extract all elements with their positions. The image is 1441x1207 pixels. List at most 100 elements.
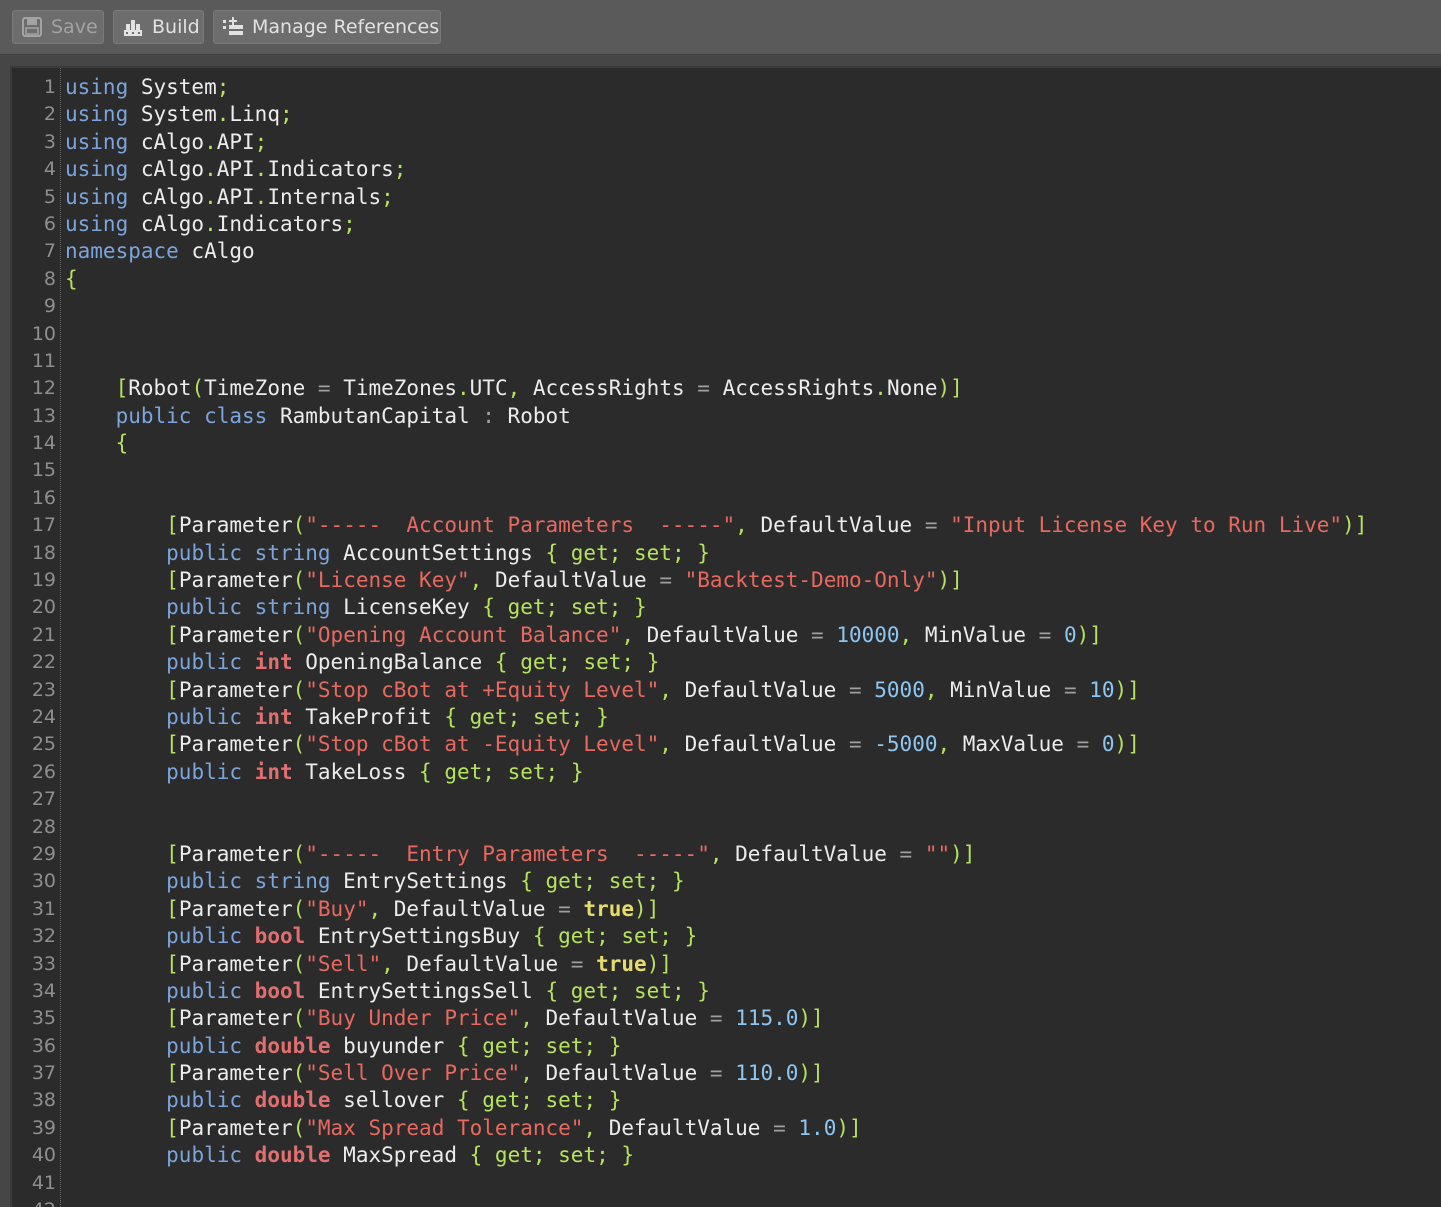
code-token: "Buy"	[305, 896, 369, 921]
code-token: )]	[1114, 677, 1140, 702]
code-token: [	[166, 1006, 179, 1031]
code-token: API	[216, 157, 255, 182]
code-token: public	[166, 540, 243, 565]
code-text: [Parameter("Stop cBot at -Equity Level",…	[65, 731, 1140, 758]
code-line[interactable]: 6 using cAlgo.Indicators;	[12, 211, 1432, 238]
code-token: Parameter	[178, 841, 293, 866]
code-token: -5000	[874, 732, 938, 757]
code-token: public	[166, 759, 243, 784]
code-line[interactable]: 31 [Parameter("Buy", DefaultValue = true…	[12, 896, 1432, 923]
code-token: )]	[646, 951, 672, 976]
line-number: 17	[31, 514, 56, 537]
code-line[interactable]: 35 [Parameter("Buy Under Price", Default…	[12, 1005, 1432, 1032]
code-token: EntrySettingsBuy	[305, 924, 533, 949]
code-line[interactable]: 19 [Parameter("License Key", DefaultValu…	[12, 567, 1432, 594]
code-token: 1.0	[798, 1115, 837, 1140]
code-token: 110.0	[735, 1061, 799, 1086]
code-line[interactable]: 13 public class RambutanCapital : Robot	[12, 403, 1432, 430]
code-line[interactable]: 10	[12, 321, 1432, 348]
code-token: Robot	[128, 376, 192, 401]
code-line[interactable]: 14 {	[12, 430, 1432, 457]
code-line[interactable]: 24 public int TakeProfit { get; set; }	[12, 704, 1432, 731]
build-button[interactable]: Build	[113, 10, 204, 44]
code-line[interactable]: 38 public double sellover { get; set; }	[12, 1087, 1432, 1114]
code-line[interactable]: 40 public double MaxSpread { get; set; }	[12, 1142, 1432, 1169]
code-token: {	[482, 595, 495, 620]
code-token: )]	[1076, 622, 1102, 647]
code-token: =	[317, 376, 331, 401]
code-token: {	[115, 431, 129, 456]
code-line[interactable]: 5 using cAlgo.API.Internals;	[12, 184, 1432, 211]
save-button[interactable]: Save	[12, 10, 104, 44]
code-line[interactable]: 2 using System.Linq;	[12, 101, 1432, 128]
code-line[interactable]: 18 public string AccountSettings { get; …	[12, 540, 1432, 567]
code-token: .	[204, 184, 217, 209]
code-line[interactable]: 15	[12, 457, 1432, 484]
code-token: int	[254, 650, 293, 675]
code-text: namespace cAlgo	[65, 238, 255, 265]
line-number: 42	[12, 1197, 56, 1207]
code-text: [Parameter("Opening Account Balance", De…	[65, 622, 1102, 649]
code-line[interactable]: 11	[12, 348, 1432, 375]
code-token: MinValue	[912, 622, 1039, 647]
code-token: ,	[899, 622, 913, 647]
code-token: )]	[937, 568, 963, 593]
code-line[interactable]: 16	[12, 485, 1432, 512]
code-token: =	[1063, 677, 1077, 702]
code-token: =	[1076, 732, 1090, 757]
line-number: 37	[31, 1062, 56, 1085]
code-line[interactable]: 9	[12, 293, 1432, 320]
code-line[interactable]: 29 [Parameter("----- Entry Parameters --…	[12, 841, 1432, 868]
code-line[interactable]: 1 using System;	[12, 74, 1432, 101]
code-line[interactable]: 33 [Parameter("Sell", DefaultValue = tru…	[12, 951, 1432, 978]
code-line[interactable]: 41	[12, 1170, 1432, 1197]
code-token: }	[608, 1088, 622, 1113]
code-token: {	[545, 978, 559, 1003]
line-number: 11	[31, 349, 56, 372]
code-token: "----- Account Parameters -----"	[305, 513, 736, 538]
code-line[interactable]: 39 [Parameter("Max Spread Tolerance", De…	[12, 1115, 1432, 1142]
code-line[interactable]: 27	[12, 786, 1432, 813]
code-line[interactable]: 42	[12, 1197, 1432, 1207]
code-line[interactable]: 4 using cAlgo.API.Indicators;	[12, 156, 1432, 183]
code-line[interactable]: 7 namespace cAlgo	[12, 238, 1432, 265]
code-line[interactable]: 30 public string EntrySettings { get; se…	[12, 868, 1432, 895]
code-token: Parameter	[178, 622, 293, 647]
code-editor[interactable]: 1 using System; 2 using System.Linq; 3 using …	[10, 66, 1441, 1207]
code-line[interactable]: 12 [Robot(TimeZone = TimeZones.UTC, Acce…	[12, 375, 1432, 402]
code-line[interactable]: 26 public int TakeLoss { get; set; }	[12, 759, 1432, 786]
code-lines[interactable]: 1 using System; 2 using System.Linq; 3 using …	[12, 74, 1432, 1207]
code-token: "Stop cBot at -Equity Level"	[305, 732, 660, 757]
code-token: get;	[469, 704, 521, 729]
manage-references-button[interactable]: Manage References	[213, 10, 441, 44]
code-token: public	[166, 650, 243, 675]
code-token: public	[166, 1088, 243, 1113]
code-token: .	[204, 211, 217, 236]
line-number: 25	[31, 733, 56, 756]
code-line[interactable]: 37 [Parameter("Sell Over Price", Default…	[12, 1060, 1432, 1087]
code-line[interactable]: 21 [Parameter("Opening Account Balance",…	[12, 622, 1432, 649]
code-line[interactable]: 17 [Parameter("----- Account Parameters …	[12, 512, 1432, 539]
code-line[interactable]: 8{	[12, 266, 1432, 293]
code-line[interactable]: 23 [Parameter("Stop cBot at +Equity Leve…	[12, 677, 1432, 704]
code-line[interactable]: 36 public double buyunder { get; set; }	[12, 1033, 1432, 1060]
code-token: Parameter	[178, 1061, 293, 1086]
code-line[interactable]: 32 public bool EntrySettingsBuy { get; s…	[12, 923, 1432, 950]
build-icon	[122, 16, 144, 38]
code-line[interactable]: 22 public int OpeningBalance { get; set;…	[12, 649, 1432, 676]
code-token: (	[292, 1115, 306, 1140]
code-line[interactable]: 34 public bool EntrySettingsSell { get; …	[12, 978, 1432, 1005]
code-text: [Parameter("Sell Over Price", DefaultVal…	[65, 1060, 824, 1087]
code-line[interactable]: 3 using cAlgo.API;	[12, 129, 1432, 156]
code-text: {	[65, 266, 78, 293]
code-line[interactable]: 25 [Parameter("Stop cBot at -Equity Leve…	[12, 731, 1432, 758]
code-line[interactable]: 20 public string LicenseKey { get; set; …	[12, 594, 1432, 621]
code-token: set;	[634, 978, 685, 1003]
code-line[interactable]: 28	[12, 814, 1432, 841]
code-text: [Parameter("Stop cBot at +Equity Level",…	[65, 677, 1140, 704]
code-token: }	[646, 650, 660, 675]
